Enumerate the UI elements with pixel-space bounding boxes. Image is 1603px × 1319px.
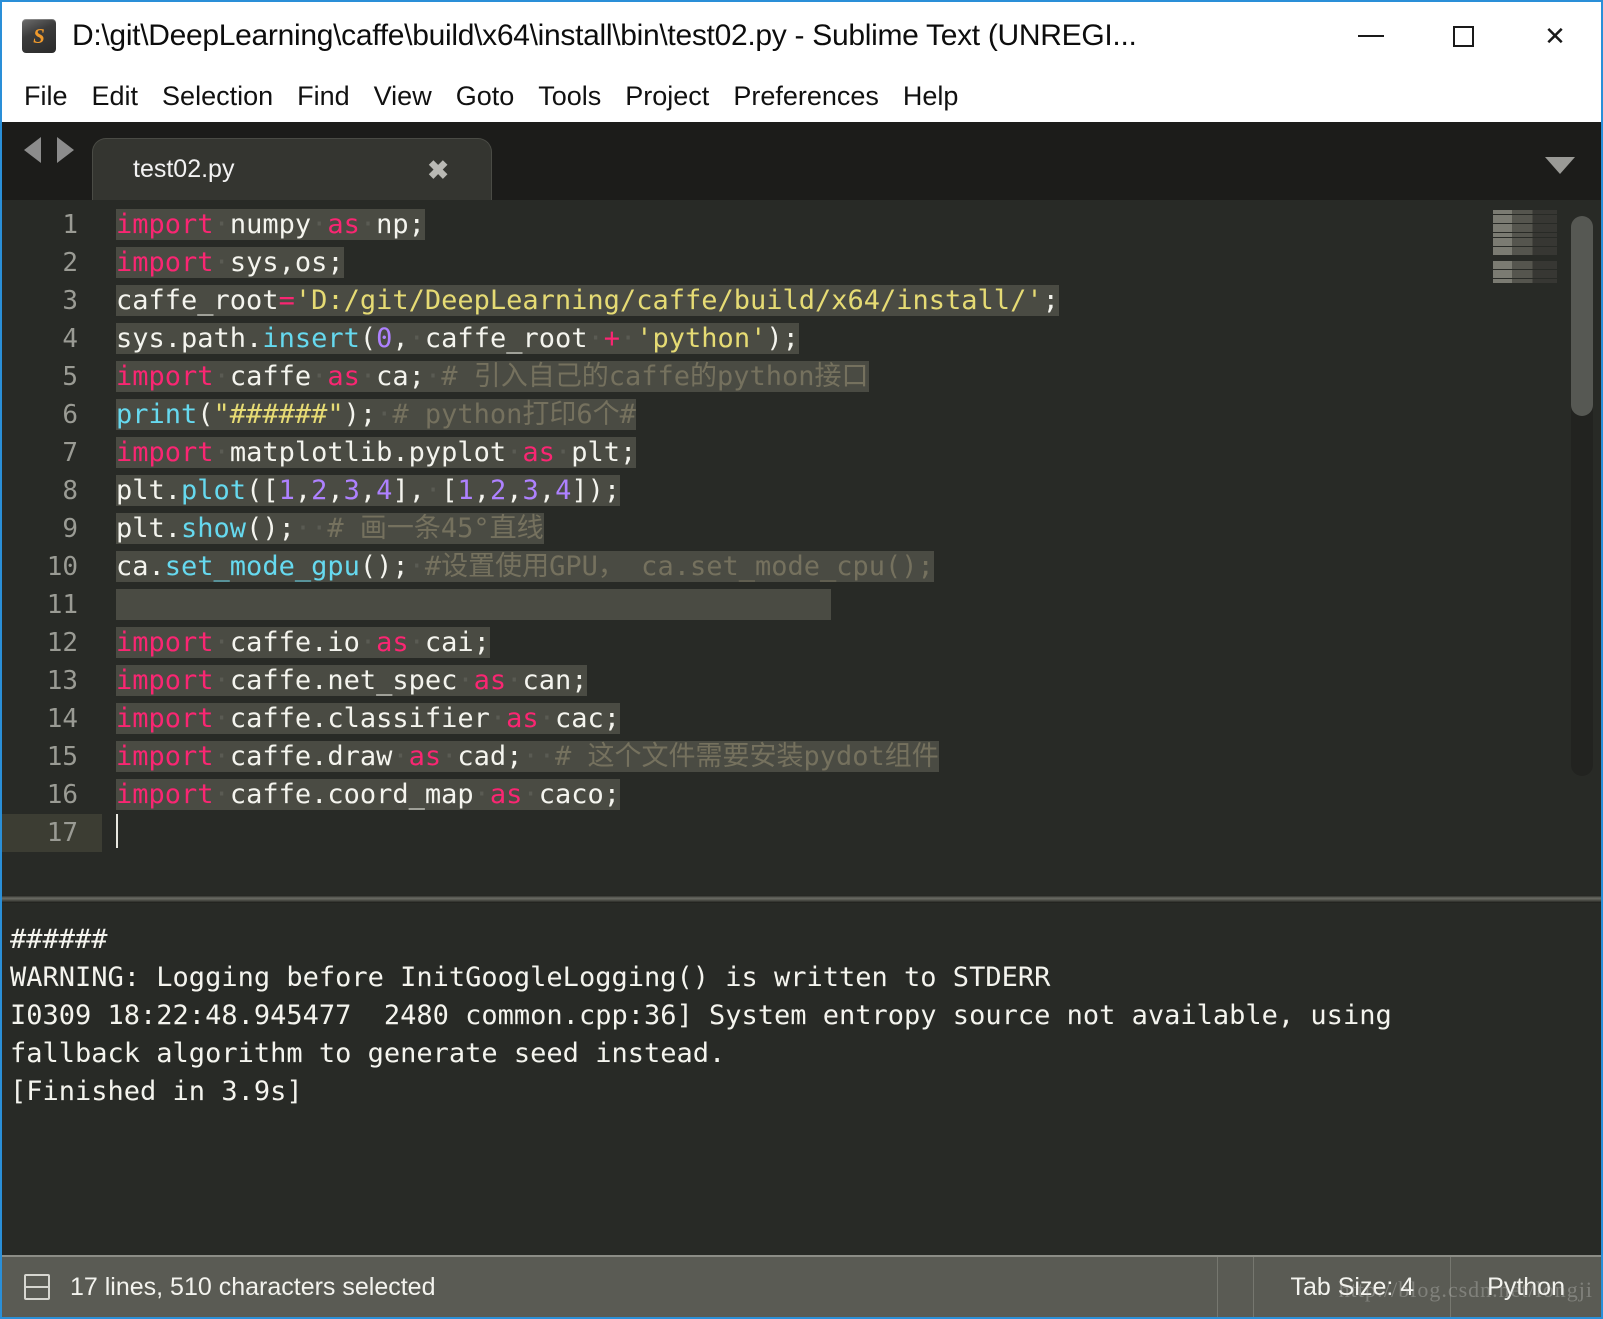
tab-navigation	[2, 122, 96, 200]
line-number: 16	[46, 780, 78, 810]
line-number-active: 17	[2, 814, 102, 852]
code-line: import·numpy·as·np;	[116, 209, 425, 240]
window-title: D:\git\DeepLearning\caffe\build\x64\inst…	[72, 19, 1137, 52]
sublime-app-icon: S	[22, 19, 56, 53]
panel-toggle-icon[interactable]	[24, 1274, 50, 1300]
build-output-panel[interactable]: ###### WARNING: Logging before InitGoogl…	[2, 903, 1601, 1255]
line-number: 1	[62, 210, 78, 240]
output-line: fallback algorithm to generate seed inst…	[10, 1038, 726, 1069]
code-line: sys.path.insert(0,·caffe_root·+·'python'…	[116, 323, 799, 354]
close-icon: ✕	[1544, 21, 1566, 51]
code-line: print("######");·# python打印6个#	[116, 399, 636, 430]
maximize-icon	[1452, 25, 1474, 47]
line-number: 5	[62, 362, 78, 392]
sublime-text-window: S D:\git\DeepLearning\caffe\build\x64\in…	[0, 0, 1603, 1319]
line-number: 13	[46, 666, 78, 696]
editor-scrollbar[interactable]	[1571, 216, 1593, 776]
status-bar: 17 lines, 510 characters selected Tab Si…	[2, 1255, 1601, 1317]
maximize-button[interactable]	[1417, 2, 1509, 70]
tab-bar: test02.py ✖	[2, 122, 1601, 200]
code-line: ca.set_mode_gpu();·#设置使用GPU， ca.set_mode…	[116, 551, 934, 582]
line-number: 6	[62, 400, 78, 430]
text-cursor	[116, 814, 118, 848]
output-line: ######	[10, 924, 108, 955]
close-button[interactable]: ✕	[1509, 2, 1601, 70]
status-divider	[1217, 1257, 1253, 1317]
code-line: import·caffe.io·as·cai;	[116, 627, 490, 658]
line-number: 10	[46, 552, 78, 582]
line-number: 9	[62, 514, 78, 544]
panel-divider[interactable]	[2, 895, 1601, 903]
tab-size-button[interactable]: Tab Size: 4	[1253, 1257, 1450, 1317]
selection-status: 17 lines, 510 characters selected	[70, 1272, 436, 1301]
menu-item-preferences[interactable]: Preferences	[721, 79, 891, 114]
tab-label: test02.py	[133, 155, 235, 183]
status-left-group: 17 lines, 510 characters selected	[2, 1273, 1217, 1302]
title-bar: S D:\git\DeepLearning\caffe\build\x64\in…	[2, 2, 1601, 70]
scrollbar-thumb[interactable]	[1571, 216, 1593, 416]
menu-item-tools[interactable]: Tools	[526, 79, 613, 114]
code-line: import·caffe·as·ca;·# 引入自己的caffe的python接…	[116, 361, 869, 392]
menu-item-help[interactable]: Help	[891, 79, 971, 114]
minimize-icon	[1358, 35, 1384, 37]
line-number: 2	[62, 248, 78, 278]
code-line: import·caffe.classifier·as·cac;	[116, 703, 620, 734]
tab-test02-py[interactable]: test02.py ✖	[92, 138, 492, 200]
menu-item-file[interactable]: File	[12, 79, 80, 114]
line-number: 12	[46, 628, 78, 658]
menu-item-edit[interactable]: Edit	[80, 79, 151, 114]
line-number: 8	[62, 476, 78, 506]
code-editor[interactable]: 1 2 3 4 5 6 7 8 9 10 11 12 13 14 15 16 1…	[2, 200, 1601, 895]
code-line: import·caffe.coord_map·as·caco;	[116, 779, 620, 810]
menu-item-goto[interactable]: Goto	[444, 79, 527, 114]
output-line: [Finished in 3.9s]	[10, 1076, 303, 1107]
code-line: plt.show();··# 画一条45°直线	[116, 513, 544, 544]
line-number: 7	[62, 438, 78, 468]
code-content[interactable]: import·numpy·as·np; import·sys,os; caffe…	[102, 200, 1601, 895]
line-number: 14	[46, 704, 78, 734]
menu-bar: File Edit Selection Find View Goto Tools…	[2, 70, 1601, 122]
app-icon-letter: S	[33, 23, 45, 48]
code-line-active	[102, 814, 1601, 852]
code-line	[102, 586, 1601, 624]
menu-item-view[interactable]: View	[362, 79, 444, 114]
line-number-gutter: 1 2 3 4 5 6 7 8 9 10 11 12 13 14 15 16 1…	[2, 200, 102, 895]
arrow-right-icon[interactable]	[57, 137, 74, 163]
code-line: import·caffe.net_spec·as·can;	[116, 665, 588, 696]
syntax-button[interactable]: Python	[1450, 1257, 1601, 1317]
chevron-down-icon[interactable]	[1545, 157, 1575, 174]
code-line: caffe_root='D:/git/DeepLearning/caffe/bu…	[116, 285, 1059, 316]
output-line: WARNING: Logging before InitGoogleLoggin…	[10, 962, 1051, 993]
line-number: 15	[46, 742, 78, 772]
output-line: I0309 18:22:48.945477 2480 common.cpp:36…	[10, 1000, 1392, 1031]
line-number: 4	[62, 324, 78, 354]
minimize-button[interactable]	[1325, 2, 1417, 70]
tab-close-icon[interactable]: ✖	[427, 157, 449, 183]
window-controls: ✕	[1325, 2, 1601, 70]
minimap[interactable]	[1493, 210, 1557, 283]
menu-item-selection[interactable]: Selection	[150, 79, 285, 114]
line-number: 3	[62, 286, 78, 316]
menu-item-find[interactable]: Find	[285, 79, 362, 114]
code-line: import·matplotlib.pyplot·as·plt;	[116, 437, 637, 468]
menu-item-project[interactable]: Project	[613, 79, 721, 114]
line-number: 11	[46, 590, 78, 620]
code-line: import·sys,os;	[116, 247, 344, 278]
code-line: import·caffe.draw·as·cad;··# 这个文件需要安装pyd…	[116, 741, 939, 772]
code-line: plt.plot([1,2,3,4],·[1,2,3,4]);	[116, 475, 621, 506]
arrow-left-icon[interactable]	[24, 137, 41, 163]
